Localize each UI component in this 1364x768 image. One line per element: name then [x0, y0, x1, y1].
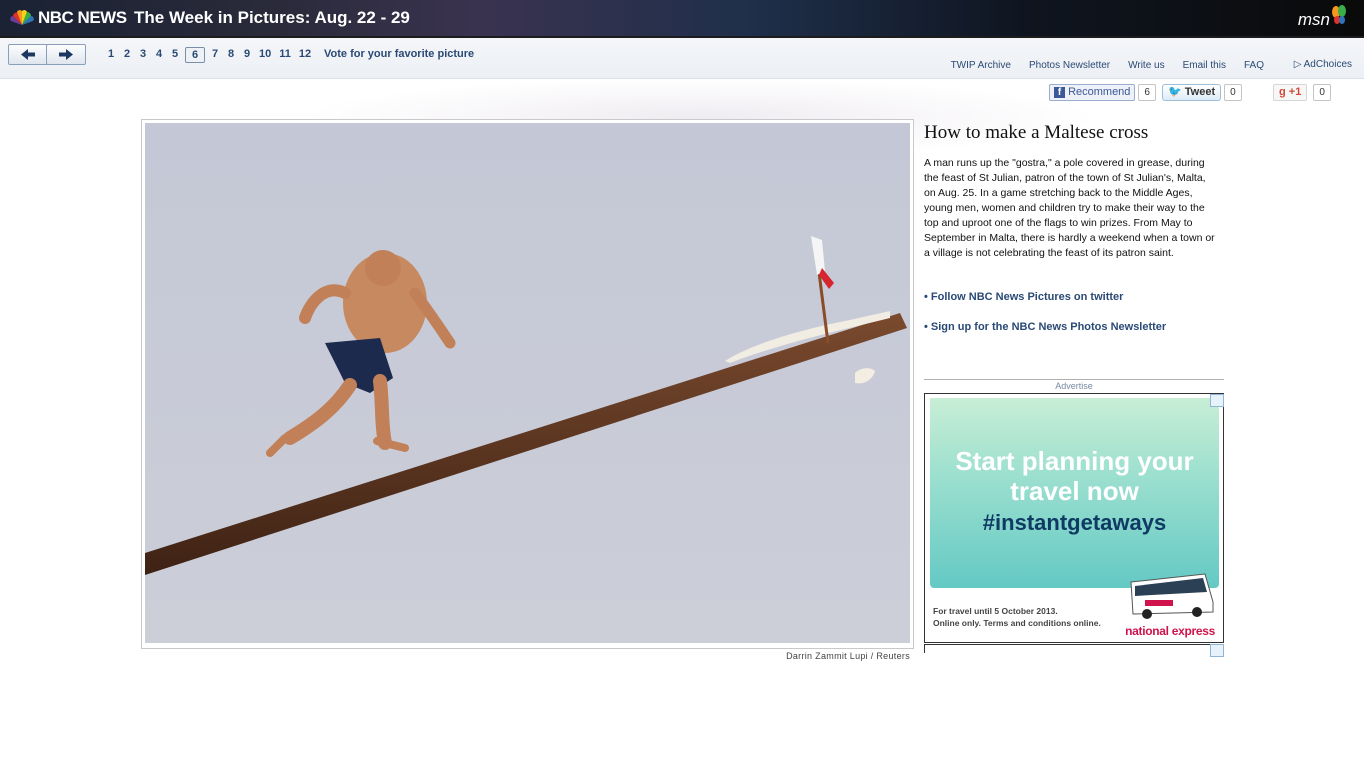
- facebook-widget: f Recommend 6: [1049, 84, 1156, 101]
- ad-info-icon[interactable]: [1210, 394, 1224, 407]
- newsletter-signup-link[interactable]: • Sign up for the NBC News Photos Newsle…: [924, 321, 1166, 333]
- facebook-recommend-button[interactable]: f Recommend: [1049, 84, 1136, 101]
- page-link-3[interactable]: 3: [135, 47, 151, 63]
- ad-info-icon-2[interactable]: [1210, 644, 1224, 657]
- page-link-12[interactable]: 12: [295, 47, 315, 63]
- google-plus-button[interactable]: g +1: [1273, 84, 1308, 101]
- tweet-button[interactable]: 🐦 Tweet: [1162, 84, 1222, 101]
- facebook-label: Recommend: [1068, 86, 1131, 98]
- google-plus-widget: g +1 0: [1273, 84, 1331, 101]
- twip-archive-link[interactable]: TWIP Archive: [951, 60, 1011, 71]
- google-g-icon: g: [1279, 86, 1286, 98]
- page-link-5[interactable]: 5: [167, 47, 183, 63]
- twitter-widget: 🐦 Tweet 0: [1162, 84, 1242, 101]
- top-banner: NBC NEWS The Week in Pictures: Aug. 22 -…: [0, 0, 1364, 38]
- ad-small-print: For travel until 5 October 2013. Online …: [933, 606, 1101, 628]
- tweet-count: 0: [1224, 84, 1242, 101]
- previous-button[interactable]: [8, 44, 48, 65]
- page-number-list: 1 2 3 4 5 6 7 8 9 10 11 12: [103, 47, 315, 63]
- msn-logo[interactable]: msn: [1298, 10, 1330, 30]
- advertisement-banner[interactable]: Start planning your travel now #instantg…: [924, 393, 1224, 643]
- peacock-icon: [10, 10, 34, 25]
- coach-bus-icon: [1130, 573, 1214, 619]
- page-link-4[interactable]: 4: [151, 47, 167, 63]
- facebook-count: 6: [1138, 84, 1156, 101]
- page-link-2[interactable]: 2: [119, 47, 135, 63]
- next-button[interactable]: [46, 44, 86, 65]
- photo-credit: Darrin Zammit Lupi / Reuters: [786, 651, 910, 661]
- vote-link[interactable]: Vote for your favorite picture: [324, 48, 474, 60]
- second-ad-slot: [924, 644, 1224, 653]
- page-link-9[interactable]: 9: [239, 47, 255, 63]
- ad-hashtag: #instantgetaways: [982, 510, 1167, 535]
- page-link-10[interactable]: 10: [255, 47, 275, 63]
- arrow-left-icon: [21, 49, 35, 60]
- ad-headline: Start planning your travel now: [955, 446, 1194, 506]
- greasy-pole-photo-illustration: [145, 123, 910, 643]
- photos-newsletter-link[interactable]: Photos Newsletter: [1029, 60, 1110, 71]
- page-link-11[interactable]: 11: [275, 47, 295, 63]
- page-link-6-current[interactable]: 6: [185, 47, 205, 63]
- google-plus-count: 0: [1313, 84, 1331, 101]
- ad-background: Start planning your travel now #instantg…: [930, 398, 1219, 588]
- page-title: The Week in Pictures: Aug. 22 - 29: [134, 8, 410, 27]
- google-plus-label: +1: [1288, 86, 1302, 98]
- adchoices-link[interactable]: ▷ AdChoices: [1294, 59, 1352, 70]
- brand-name: NBC NEWS: [38, 8, 127, 27]
- adchoices-label: AdChoices: [1303, 59, 1352, 70]
- adchoices-icon: ▷: [1293, 59, 1302, 70]
- main-photo[interactable]: [145, 123, 910, 643]
- twitter-bird-icon: 🐦: [1168, 86, 1182, 98]
- tweet-label: Tweet: [1184, 86, 1216, 98]
- write-us-link[interactable]: Write us: [1128, 60, 1165, 71]
- msn-butterfly-icon: [1332, 5, 1346, 24]
- faq-link[interactable]: FAQ: [1244, 60, 1264, 71]
- follow-twitter-link[interactable]: • Follow NBC News Pictures on twitter: [924, 291, 1123, 303]
- nbc-logo[interactable]: NBC NEWS: [10, 8, 127, 28]
- page-link-7[interactable]: 7: [207, 47, 223, 63]
- page-link-1[interactable]: 1: [103, 47, 119, 63]
- email-this-link[interactable]: Email this: [1183, 60, 1226, 71]
- photo-frame: [141, 119, 914, 649]
- photo-navigation-bar: 1 2 3 4 5 6 7 8 9 10 11 12 Vote for your…: [0, 38, 1364, 79]
- ad-divider: [924, 379, 1224, 380]
- photo-headline: How to make a Maltese cross: [924, 122, 1149, 143]
- advertise-label[interactable]: Advertise: [924, 381, 1224, 391]
- arrow-right-icon: [59, 49, 73, 60]
- page-link-8[interactable]: 8: [223, 47, 239, 63]
- photo-caption: A man runs up the "gostra," a pole cover…: [924, 157, 1215, 259]
- ad-brand-logo: national express: [1125, 624, 1215, 638]
- utility-links: TWIP Archive Photos Newsletter Write us …: [951, 60, 1264, 71]
- facebook-icon: f: [1054, 87, 1065, 98]
